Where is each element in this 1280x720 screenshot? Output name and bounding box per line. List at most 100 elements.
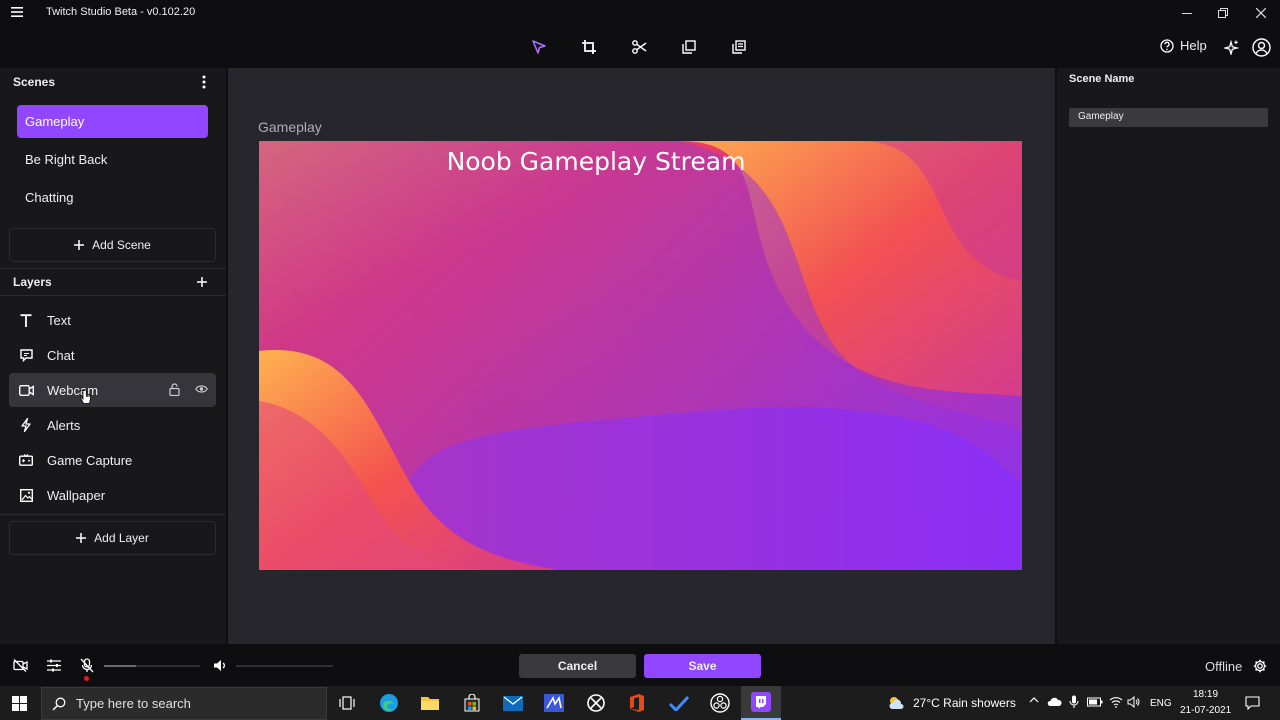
divider (0, 295, 226, 296)
restore-icon[interactable] (1212, 4, 1234, 22)
lock-icon[interactable] (169, 383, 180, 396)
mixer-settings-icon[interactable] (47, 659, 61, 672)
todo-icon[interactable] (668, 692, 690, 714)
close-icon[interactable] (1250, 4, 1272, 22)
add-scene-label: Add Scene (92, 238, 151, 252)
save-button[interactable]: Save (644, 654, 761, 678)
eye-icon[interactable] (195, 384, 208, 394)
taskbar-search[interactable]: Type here to search (41, 687, 327, 720)
layers-header: Layers (0, 268, 226, 296)
scene-label: Be Right Back (25, 152, 108, 167)
save-label: Save (688, 659, 717, 673)
game-capture-icon (9, 454, 43, 466)
crop-tool-icon[interactable] (579, 37, 599, 57)
webcam-icon (9, 384, 43, 396)
layer-item-wallpaper[interactable]: Wallpaper (9, 478, 216, 512)
wallpaper-icon (9, 488, 43, 502)
scene-item-chatting[interactable]: Chatting (17, 181, 208, 214)
clock-date[interactable]: 21-07-2021 (1180, 705, 1231, 716)
desktop-volume-slider[interactable] (236, 665, 333, 667)
onedrive-icon[interactable] (1047, 697, 1062, 707)
help-icon (1160, 38, 1174, 53)
bottom-bar: Cancel Save Offline (0, 645, 1280, 686)
layer-item-text[interactable]: Text (9, 303, 216, 337)
mouse-cursor-icon (80, 389, 92, 405)
scene-item-be-right-back[interactable]: Be Right Back (17, 143, 208, 176)
scene-label: Chatting (25, 190, 74, 205)
windows-start-icon[interactable] (12, 696, 27, 711)
tray-chevron-up-icon[interactable] (1029, 696, 1039, 704)
weather-text[interactable]: 27°C Rain showers (913, 696, 1016, 710)
left-panel: Scenes Gameplay Be Right Back Chatting A… (0, 68, 226, 644)
layers-title: Layers (13, 275, 52, 289)
text-icon (9, 313, 43, 327)
cancel-button[interactable]: Cancel (519, 654, 636, 678)
plus-icon (76, 533, 87, 543)
layer-item-chat[interactable]: Chat (9, 338, 216, 372)
battery-icon[interactable] (1087, 697, 1103, 707)
scenes-more-icon[interactable] (198, 74, 210, 90)
scene-preview[interactable]: Noob Gameplay Stream (259, 141, 1022, 570)
search-placeholder: Type here to search (76, 696, 191, 711)
editor-toolbar: Help (0, 26, 1280, 68)
mic-volume-slider[interactable] (104, 665, 200, 667)
microsoft-store-icon[interactable] (461, 692, 483, 714)
layer-label: Chat (47, 347, 75, 363)
stream-title-text[interactable]: Noob Gameplay Stream (259, 147, 933, 176)
obs-icon[interactable] (709, 692, 731, 714)
camera-off-icon[interactable] (13, 659, 28, 672)
select-tool-icon[interactable] (529, 37, 549, 57)
scene-item-gameplay[interactable]: Gameplay (17, 105, 208, 138)
layer-label: Alerts (47, 417, 81, 433)
search-icon (52, 697, 66, 710)
xbox-icon[interactable] (585, 692, 607, 714)
duplicate-icon[interactable] (679, 37, 699, 57)
mic-status-dot (84, 676, 89, 681)
add-layer-plus-icon[interactable] (197, 277, 207, 287)
speaker-icon[interactable] (213, 659, 228, 672)
weather-icon (885, 692, 907, 714)
chat-icon (9, 348, 43, 362)
minimize-icon[interactable] (1176, 4, 1198, 22)
help-label: Help (1180, 38, 1207, 53)
add-layer-button[interactable]: Add Layer (9, 521, 216, 555)
mic-muted-icon[interactable] (80, 658, 94, 674)
windows-taskbar: Type here to search 27°C Rain showers EN… (0, 686, 1280, 720)
title-bar: Twitch Studio Beta - v0.102.20 (0, 0, 1280, 26)
whiteboard-app-icon[interactable] (543, 692, 565, 714)
layer-label: Game Capture (47, 452, 133, 468)
language-indicator[interactable]: ENG (1150, 698, 1172, 709)
scissors-icon[interactable] (629, 37, 649, 57)
notification-center-icon[interactable] (1245, 696, 1260, 710)
layer-item-game-capture[interactable]: Game Capture (9, 443, 216, 477)
volume-tray-icon[interactable] (1127, 696, 1141, 708)
office-icon[interactable] (626, 692, 648, 714)
scene-title: Gameplay (258, 119, 322, 135)
scenes-title: Scenes (13, 75, 56, 89)
wallpaper-layer (259, 141, 1022, 570)
microphone-tray-icon[interactable] (1069, 695, 1079, 709)
hamburger-menu-icon[interactable] (11, 6, 23, 18)
layer-item-webcam[interactable]: Webcam (9, 373, 216, 407)
scene-name-input[interactable]: Gameplay (1069, 108, 1268, 127)
wifi-icon[interactable] (1109, 696, 1123, 708)
help-button[interactable]: Help (1160, 38, 1207, 53)
add-scene-button[interactable]: Add Scene (9, 228, 216, 262)
scene-name-label: Scene Name (1069, 73, 1135, 85)
avatar-icon[interactable] (1251, 37, 1271, 57)
clock-time[interactable]: 18:19 (1193, 689, 1218, 700)
alerts-icon (9, 418, 43, 432)
edge-browser-icon[interactable] (378, 692, 400, 714)
plus-icon (74, 240, 85, 250)
app-title: Twitch Studio Beta - v0.102.20 (46, 6, 196, 18)
settings-gear-icon[interactable] (1253, 659, 1267, 673)
sparkle-icon[interactable] (1221, 37, 1241, 57)
layer-item-alerts[interactable]: Alerts (9, 408, 216, 442)
twitch-studio-taskbar-item[interactable] (741, 686, 781, 720)
divider (0, 514, 226, 515)
task-view-icon[interactable] (336, 692, 358, 714)
mail-icon[interactable] (502, 692, 524, 714)
file-explorer-icon[interactable] (419, 692, 441, 714)
add-layer-label: Add Layer (94, 531, 149, 545)
layers-stack-icon[interactable] (729, 37, 749, 57)
